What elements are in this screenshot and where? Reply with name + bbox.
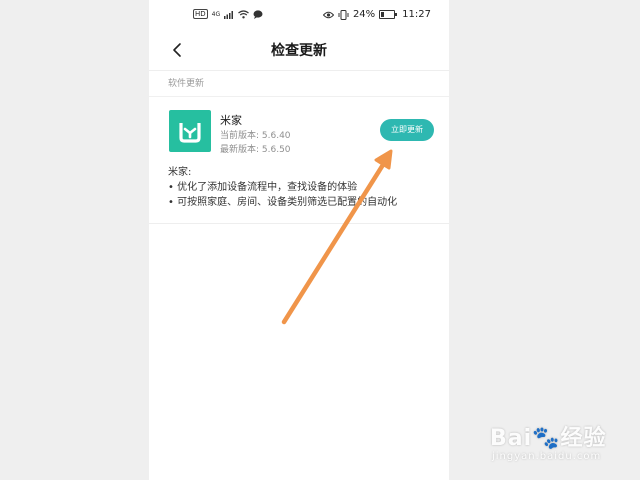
annotation-arrow (281, 149, 393, 325)
watermark-url: jingyan.baidu.com (492, 451, 602, 462)
watermark-logo: Bai🐾经验 (490, 426, 607, 451)
baidu-jingyan-watermark: Bai🐾经验 jingyan.baidu.com (490, 412, 615, 467)
